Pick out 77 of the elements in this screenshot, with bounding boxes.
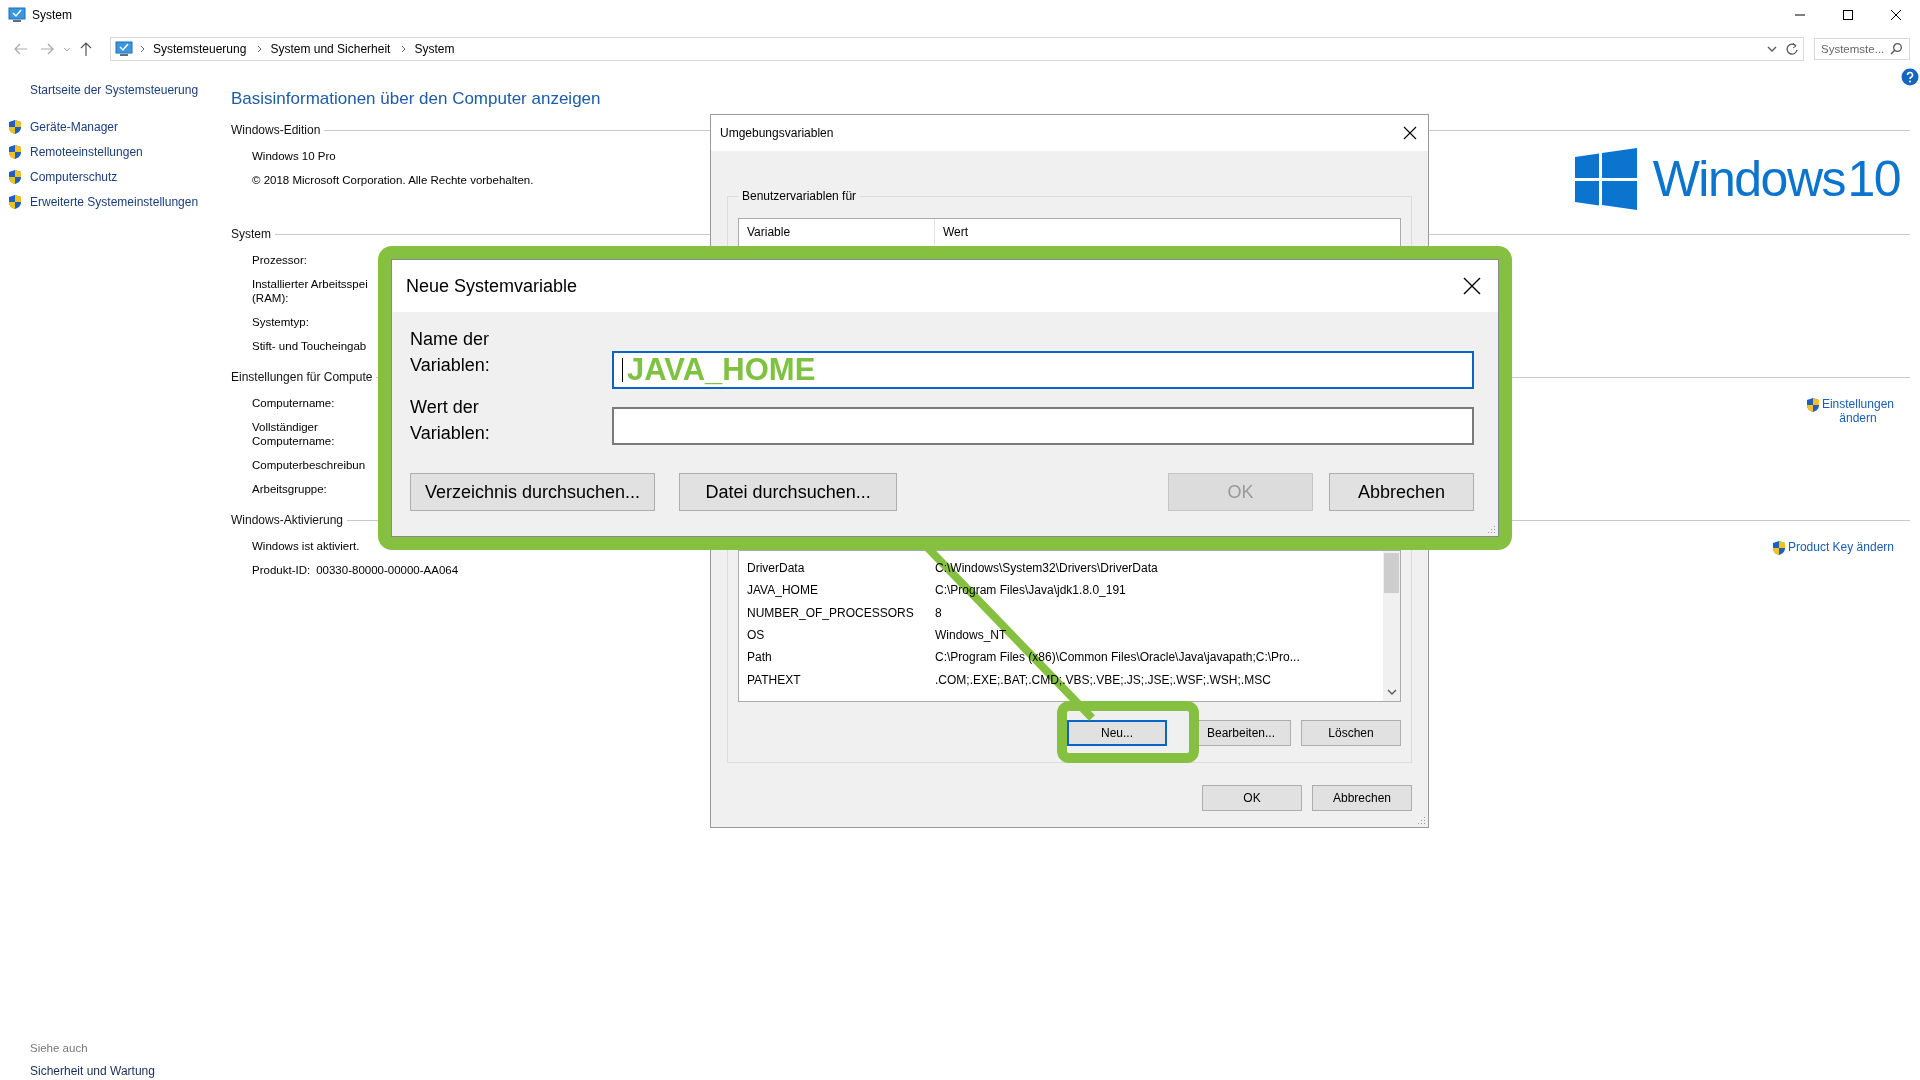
info-text: Computername: [252, 396, 335, 410]
resize-grip-icon [1416, 815, 1426, 825]
section-title: Windows-Edition [231, 123, 321, 137]
address-bar[interactable]: Systemsteuerung System und Sicherheit System [110, 37, 1804, 61]
dialog-button: OK [1168, 473, 1313, 511]
sidebar-link[interactable]: Remoteeinstellungen [30, 144, 143, 159]
sidebar-link[interactable]: Erweiterte Systemeinstellungen [30, 194, 199, 209]
logo-text: Windows 10 [1652, 150, 1900, 209]
section-title: Einstellungen für Compute [231, 370, 373, 384]
dialog-button[interactable]: Abbrechen [1312, 785, 1412, 811]
table-cell-text: NUMBER_OF_PROCESSORS [746, 605, 915, 620]
sidebar-link[interactable]: Geräte-Manager [30, 119, 119, 134]
section-title: System [231, 227, 271, 241]
shield-icon [1805, 397, 1820, 413]
dialog-button[interactable]: OK [1202, 785, 1302, 811]
scroll-thumb[interactable] [1384, 553, 1399, 593]
table-cell-text: OS [746, 628, 766, 643]
info-text: Systemtyp: [252, 315, 309, 329]
shield-icon [8, 193, 22, 210]
breadcrumb-item[interactable]: System und Sicherheit [270, 42, 391, 56]
window-title: System [32, 8, 72, 22]
home-link[interactable]: Startseite der Systemsteuerung [30, 83, 231, 97]
settings-link[interactable]: Einstellungen ändern [1821, 397, 1894, 425]
info-text: Installierter Arbeitsspei (RAM): [252, 277, 368, 305]
computer-icon [8, 7, 26, 23]
table-cell-text: PATHEXT [746, 672, 802, 687]
shield-icon [8, 118, 22, 135]
input-field[interactable] [612, 407, 1474, 445]
info-text: Prozessor: [252, 253, 307, 267]
info-text: © 2018 Microsoft Corporation. Alle Rechte vorbehalten. [252, 173, 534, 187]
section-title: Windows-Aktivierung [231, 513, 344, 527]
computer-icon [115, 41, 133, 57]
search-icon[interactable] [1889, 42, 1903, 56]
field-label: Wert der Variablen: [410, 396, 491, 445]
shield-icon [8, 168, 22, 185]
table-cell: 8 [935, 605, 942, 620]
close-icon[interactable] [1462, 276, 1482, 296]
dialog-title: Umgebungsvariablen [720, 126, 834, 140]
caret-icon[interactable] [1385, 687, 1398, 697]
dialog-button[interactable]: Datei durchsuchen... [679, 473, 898, 511]
dialog-button[interactable]: Verzeichnis durchsuchen... [410, 473, 656, 511]
four-panes-logo [1574, 148, 1637, 210]
info-text: Windows ist aktiviert. [252, 539, 360, 553]
table-cell-text: DriverData [746, 561, 806, 576]
resize-grip-icon [1486, 524, 1496, 534]
field-label: Produkt-ID: [252, 563, 311, 577]
info-text: Stift- und Toucheingab [252, 339, 367, 353]
see-also-link[interactable]: Sicherheit und Wartung [30, 1064, 231, 1078]
shield-icon [1771, 540, 1786, 556]
shield-icon [8, 143, 22, 160]
column-header[interactable]: Wert [935, 219, 969, 245]
field-label: Name der Variablen: [410, 328, 491, 377]
page-heading: Basisinformationen über den Computer anzeigen [231, 89, 602, 109]
table-cell-text: JAVA_HOME [746, 583, 819, 598]
text-cursor [622, 358, 623, 382]
breadcrumb-item[interactable]: System [414, 42, 455, 56]
group-label: Benutzervariablen für [738, 189, 861, 203]
dialog-title: Neue Systemvariable [406, 275, 578, 297]
dialog-button[interactable]: Löschen [1301, 720, 1401, 746]
breadcrumb-item[interactable]: Systemsteuerung [153, 42, 247, 56]
search-field[interactable]: Systemste... [1814, 38, 1910, 60]
info-text: Windows 10 Pro [252, 149, 336, 163]
field-value: 00330-80000-00000-AA064 [316, 563, 459, 577]
info-text: Vollständiger Computername: [252, 420, 335, 448]
dialog-button[interactable]: Neu... [1067, 720, 1167, 746]
scrollbar[interactable] [1383, 551, 1400, 701]
column-header[interactable]: Variable [739, 219, 935, 245]
settings-link[interactable]: Product Key ändern [1787, 540, 1894, 554]
see-also-heading: Siehe auch [30, 1042, 89, 1054]
info-text: Arbeitsgruppe: [252, 482, 327, 496]
table-cell-text: Path [746, 650, 773, 665]
close-icon[interactable] [1402, 125, 1418, 141]
help-icon[interactable] [1901, 68, 1919, 86]
dialog-button[interactable]: Abbrechen [1329, 473, 1474, 511]
table-cell: Windows_NT [935, 628, 1007, 643]
info-text: Computerbeschreibun [252, 458, 366, 472]
sidebar-link[interactable]: Computerschutz [30, 169, 118, 184]
